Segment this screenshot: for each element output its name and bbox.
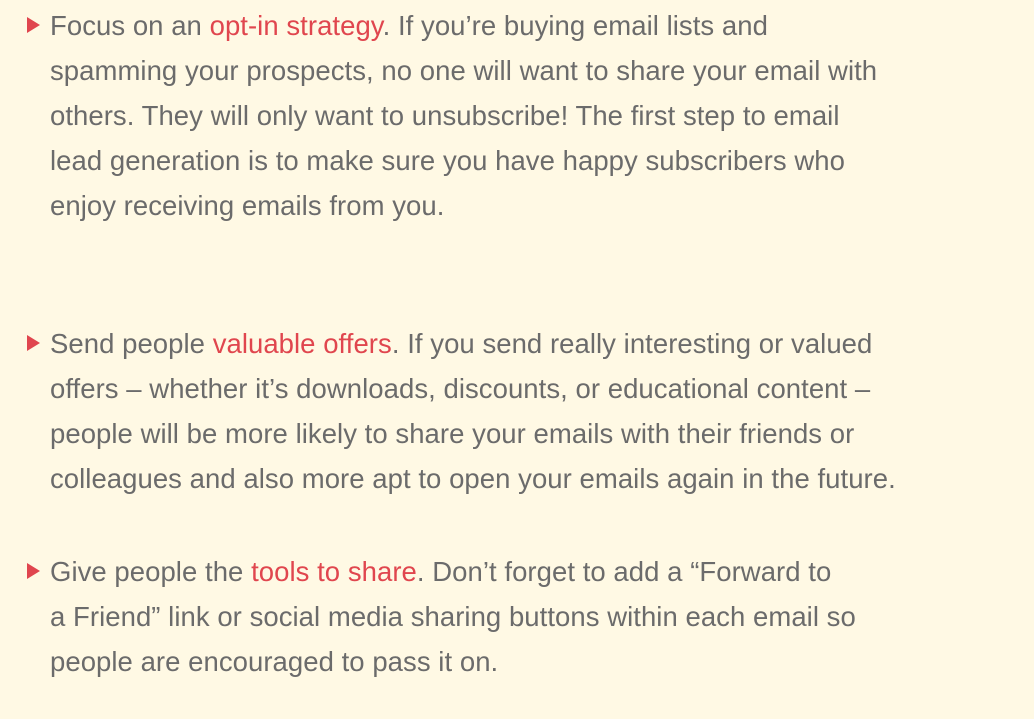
list-item-text: Send people valuable offers. If you send… (50, 321, 896, 501)
body-line: spamming your prospects, no one will wan… (50, 55, 878, 86)
lead-text: Send people (50, 328, 213, 359)
highlight-text: tools to share (251, 556, 417, 587)
lead-text: Focus on an (50, 10, 210, 41)
body-line: people will be more likely to share your… (50, 418, 855, 449)
first-line: Give people the tools to share. Don’t fo… (50, 549, 856, 594)
body-line: a Friend” link or social media sharing b… (50, 601, 856, 632)
lead-text: Give people the (50, 556, 252, 587)
first-line-rest: . Don’t forget to add a “Forward to (416, 556, 832, 587)
highlight-text: opt-in strategy (209, 10, 383, 41)
body-line: people are encouraged to pass it on. (50, 646, 499, 677)
tips-list: Focus on an opt-in strategy. If you’re b… (0, 0, 1034, 719)
triangle-bullet-icon (27, 335, 40, 351)
body-line: others. They will only want to unsubscri… (50, 100, 840, 131)
first-line-rest: . If you send really interesting or valu… (391, 328, 873, 359)
body-line: lead generation is to make sure you have… (50, 145, 845, 176)
highlight-text: valuable offers (212, 328, 392, 359)
body-line: offers – whether it’s downloads, discoun… (50, 373, 871, 404)
first-line-rest: . If you’re buying email lists and (382, 10, 768, 41)
list-item-text: Focus on an opt-in strategy. If you’re b… (50, 3, 877, 228)
body-line: enjoy receiving emails from you. (50, 190, 445, 221)
list-item-text: Give people the tools to share. Don’t fo… (50, 549, 856, 684)
first-line: Send people valuable offers. If you send… (50, 321, 896, 366)
triangle-bullet-icon (27, 17, 40, 33)
first-line: Focus on an opt-in strategy. If you’re b… (50, 3, 877, 48)
triangle-bullet-icon (27, 563, 40, 579)
body-line: colleagues and also more apt to open you… (50, 463, 896, 494)
